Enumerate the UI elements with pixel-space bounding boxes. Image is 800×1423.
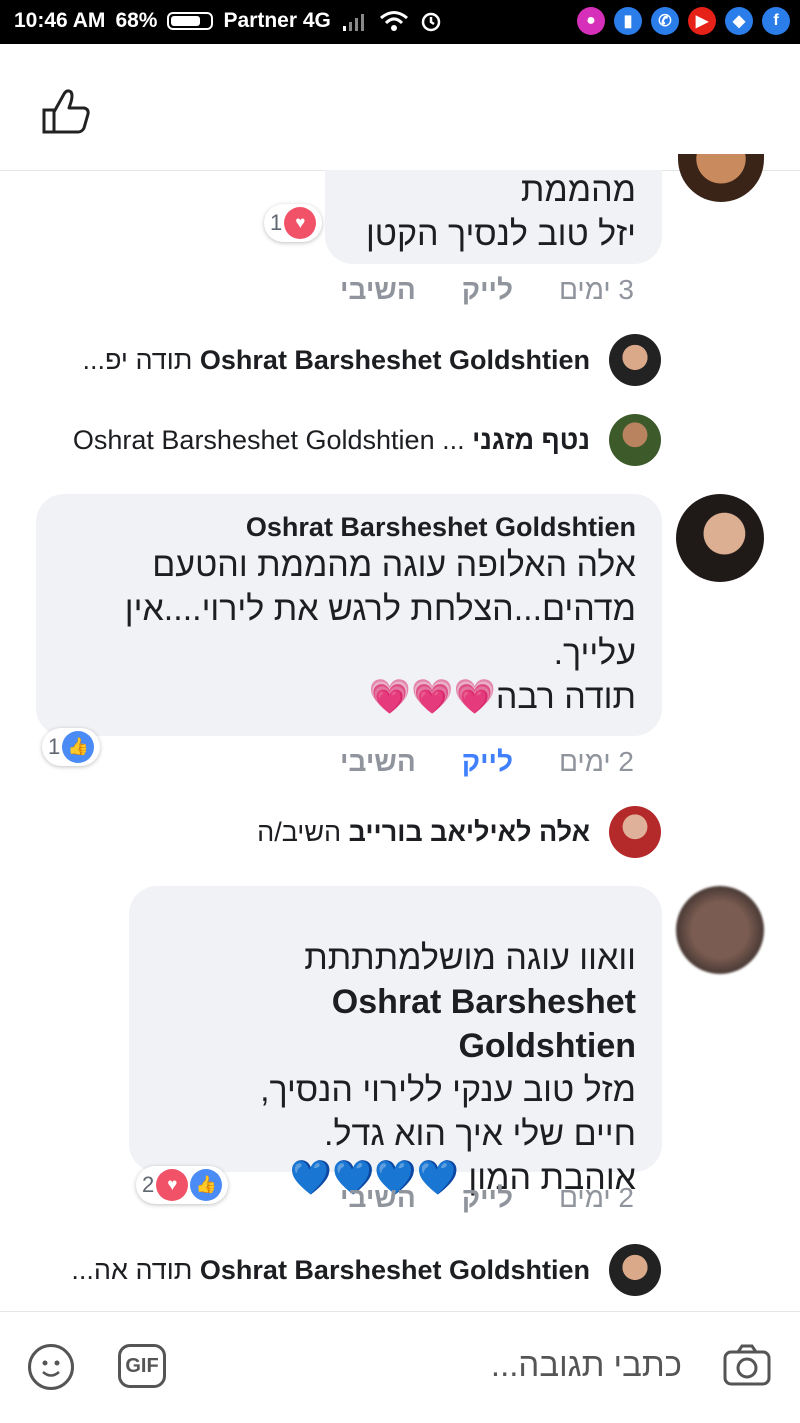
emoji-icon[interactable] [28,1344,74,1390]
status-bar: 10:46 AM 68% Partner 4G ● ▮ ✆ ▶ ◆ f [0,0,800,44]
reaction-summary[interactable]: 1 ♥ [264,204,323,242]
comment-text-line: מדהים...הצלחת לרגש את לירוי....אין [124,590,636,628]
reaction-count: 1 [270,210,283,235]
avatar[interactable] [609,414,661,466]
reply-author: נטף מזגני [472,425,590,455]
avatar[interactable] [676,886,764,974]
reply-preview[interactable]: נטף מזגני ... Oshrat Barsheshet Goldshti… [73,425,590,456]
carrier-label: Partner 4G [223,9,331,32]
comment-text-line: חיים שלי איך הוא גדל. [324,1115,636,1153]
reaction-count: 2 [142,1172,155,1197]
reply-text: תודה אה... [71,1255,193,1285]
comment-actions: 2 ימים לייק השיבי [340,1182,634,1214]
avatar[interactable] [676,494,764,582]
comment-bubble: מהממת יזל טוב לנסיך הקטן [325,170,662,264]
avatar[interactable] [609,334,661,386]
battery-percent: 68% [115,9,158,32]
heart-icon: ♥ [156,1169,189,1201]
comments-sheet: מהממת יזל טוב לנסיך הקטן 1 ♥ 3 ימים לייק… [0,44,800,1423]
comment-text-line: אלה האלופה עוגה מהממת והטעם [152,546,636,584]
like-thumb-icon[interactable] [38,86,94,136]
avatar[interactable] [609,806,661,858]
youtube-icon: ▶ [688,7,716,35]
reply-link[interactable]: השיבי [340,274,416,306]
files-icon: ▮ [614,7,642,35]
reply-preview[interactable]: Oshrat Barsheshet Goldshtien תודה יפ... [83,345,591,376]
reply-author: Oshrat Barsheshet Goldshtien [199,1255,590,1285]
battery-icon [167,12,214,30]
reply-input[interactable]: כתבי תגובה... [491,1346,682,1384]
alarm-icon [421,12,441,32]
comment-text-line: יזל טוב לנסיך הקטן [365,215,636,253]
heart-icon: ♥ [284,207,317,239]
like-link[interactable]: לייק [462,746,513,778]
comment-bubble: וואוו עוגה מושלמתתתת Oshrat Barsheshet G… [129,886,662,1197]
comment-text-line: תודה רבה💗💗💗 [62,675,636,719]
signal-icon [342,14,364,31]
reply-link[interactable]: השיבי [340,746,416,778]
reply-text: תודה יפ... [82,345,193,375]
like-reaction-icon: 👍 [190,1169,223,1201]
comment-actions: 3 ימים לייק השיבי [340,274,634,306]
avatar[interactable] [678,154,764,202]
reaction-count: 1 [48,734,61,759]
gif-button[interactable]: GIF [118,1344,166,1388]
like-link[interactable]: לייק [462,274,513,306]
comment-author[interactable]: Oshrat Barsheshet Goldshtien [62,512,636,543]
comment-bubble: Oshrat Barsheshet Goldshtien אלה האלופה … [36,494,662,736]
camera-icon[interactable] [722,1342,772,1388]
comment-timestamp: 2 ימים [558,746,634,777]
comment-timestamp: 2 ימים [558,1182,634,1213]
avatar[interactable] [609,1244,661,1296]
messenger-icon: ● [577,7,605,35]
reply-preview[interactable]: Oshrat Barsheshet Goldshtien תודה אה... [71,1255,590,1286]
comment-text-line: מהממת [520,171,636,209]
app-icon: ◆ [725,7,753,35]
facebook-icon: f [762,7,790,35]
comment-text-line: עלייך. [553,634,636,672]
reply-link[interactable]: השיבי [340,1182,416,1214]
notification-icons: ● ▮ ✆ ▶ ◆ f [577,7,790,35]
tagged-name[interactable]: Oshrat Barsheshet Goldshtien [149,980,636,1068]
comment-text-segment: תודה רבה [495,678,636,716]
reaction-summary[interactable]: 1 👍 [42,728,101,766]
comment-text-line: וואוו עוגה מושלמתתתת [304,939,636,977]
like-link[interactable]: לייק [462,1182,513,1214]
like-reaction-icon: 👍 [62,731,95,763]
reply-author: אלה לאיליאב בורייב [348,817,590,847]
reaction-summary[interactable]: 2 ♥ 👍 [136,1166,229,1204]
reply-text: השיב/ה [257,817,342,847]
comment-text-line: מזל טוב ענקי ללירוי הנסיך, [260,1071,636,1109]
reply-composer: GIF כתבי תגובה... [0,1311,800,1423]
clock: 10:46 AM [14,9,106,32]
phone-icon: ✆ [651,7,679,35]
comment-actions: 2 ימים לייק השיבי [340,746,634,778]
reply-preview[interactable]: אלה לאיליאב בורייב השיב/ה [257,817,590,848]
reply-text: ... Oshrat Barsheshet Goldshtien [72,425,465,455]
sparkling-heart-emoji: 💗💗💗 [368,678,496,716]
reactions-header [0,44,800,171]
wifi-icon [379,11,408,31]
reply-author: Oshrat Barsheshet Goldshtien [199,345,590,375]
comment-timestamp: 3 ימים [558,274,634,305]
